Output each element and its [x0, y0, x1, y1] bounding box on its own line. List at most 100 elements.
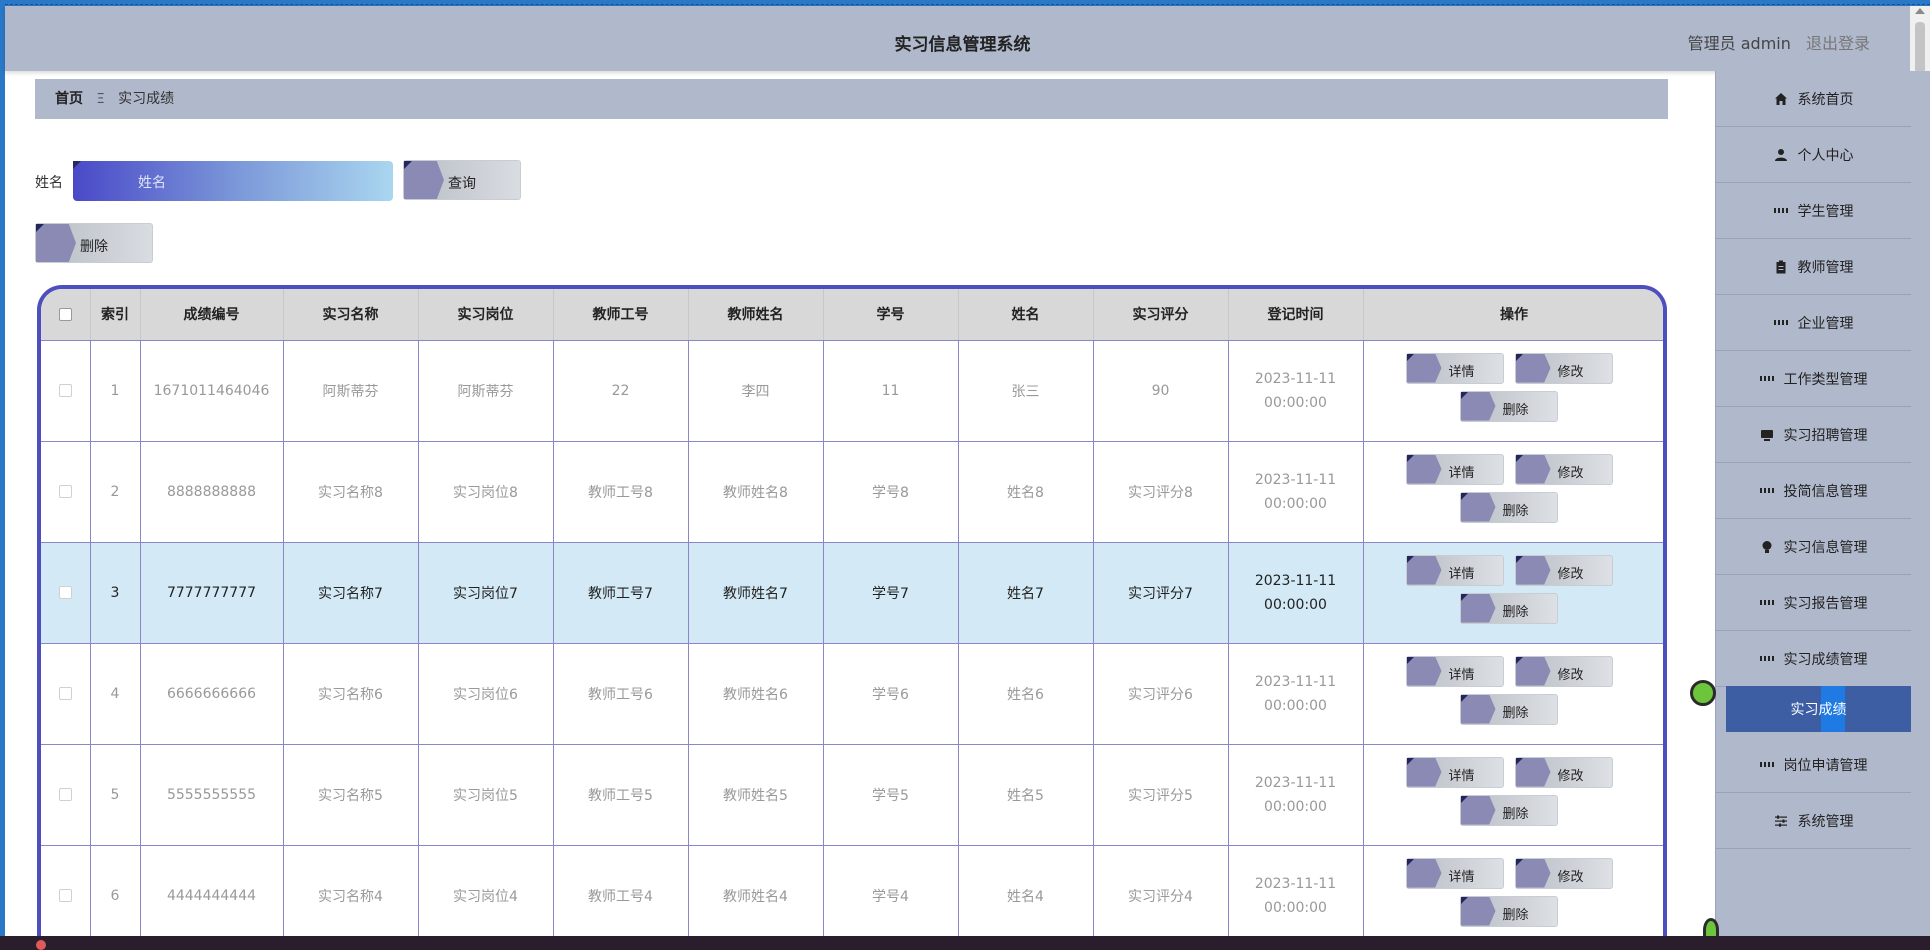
detail-button-label: 详情	[1448, 364, 1475, 380]
delete-button[interactable]: 删除	[1459, 592, 1558, 624]
cell-score: 实习评分7	[1093, 542, 1229, 644]
table-row[interactable]: 3 7777777777 实习名称7 实习岗位7 教师工号7 教师姓名7 学号7…	[41, 542, 1663, 644]
logout-link[interactable]: 退出登录	[1806, 34, 1870, 53]
select-all-cell[interactable]	[41, 289, 91, 341]
detail-button[interactable]: 详情	[1405, 655, 1504, 687]
row-checkbox[interactable]	[58, 788, 72, 801]
cell-time: 2023-11-11 00:00:00	[1228, 441, 1364, 543]
button-corner-icon	[1515, 757, 1523, 765]
row-checkbox[interactable]	[58, 384, 72, 397]
row-checkbox[interactable]	[58, 687, 72, 700]
monitor-icon	[1760, 428, 1774, 442]
table-row[interactable]: 4 6666666666 实习名称6 实习岗位6 教师工号6 教师姓名6 学号6…	[41, 643, 1663, 745]
taskbar-app-icon[interactable]	[36, 940, 46, 950]
cell-actions: 详情 修改 删除	[1363, 441, 1663, 543]
row-checkbox[interactable]	[58, 889, 72, 902]
edit-button[interactable]: 修改	[1514, 756, 1613, 788]
breadcrumb-separator-icon: Ξ	[96, 92, 105, 107]
cell-name: 实习名称5	[283, 744, 419, 846]
detail-button[interactable]: 详情	[1405, 857, 1504, 889]
delete-button[interactable]: 删除	[1459, 491, 1558, 523]
grid-icon	[1759, 596, 1774, 610]
delete-button-label: 删除	[1502, 705, 1529, 721]
search-name-placeholder: 姓名	[138, 175, 166, 191]
cell-code: 1671011464046	[140, 340, 284, 442]
row-checkbox[interactable]	[58, 586, 72, 599]
scroll-up-arrow-icon[interactable]	[1915, 8, 1925, 14]
sidebar-item-students[interactable]: 学生管理	[1716, 183, 1911, 239]
delete-button[interactable]: 删除	[1459, 390, 1558, 422]
cell-code: 8888888888	[140, 441, 284, 543]
sidebar-item-recruitment[interactable]: 实习招聘管理	[1716, 407, 1911, 463]
button-corner-icon	[1515, 555, 1523, 563]
delete-button[interactable]: 删除	[1459, 693, 1558, 725]
grid-icon	[1759, 372, 1774, 386]
cell-name: 实习名称8	[283, 441, 419, 543]
row-select-cell[interactable]	[41, 542, 91, 644]
sidebar-item-job-types[interactable]: 工作类型管理	[1716, 351, 1911, 407]
sidebar-item-teachers[interactable]: 教师管理	[1716, 239, 1911, 295]
sidebar-item-label: 系统管理	[1797, 813, 1854, 830]
sidebar-item-home[interactable]: 系统首页	[1716, 71, 1911, 127]
sidebar-subitem-scores[interactable]: 实习成绩	[1726, 686, 1911, 732]
detail-button[interactable]: 详情	[1405, 756, 1504, 788]
cell-student-no: 学号6	[823, 643, 959, 745]
grid-icon	[1759, 652, 1774, 666]
row-select-cell[interactable]	[41, 643, 91, 745]
detail-button[interactable]: 详情	[1405, 352, 1504, 384]
detail-button-label: 详情	[1448, 667, 1475, 683]
sidebar-item-reports[interactable]: 实习报告管理	[1716, 575, 1911, 631]
table-row[interactable]: 5 5555555555 实习名称5 实习岗位5 教师工号5 教师姓名5 学号5…	[41, 744, 1663, 846]
row-select-cell[interactable]	[41, 744, 91, 846]
cell-index: 5	[90, 744, 141, 846]
sidebar-item-label: 岗位申请管理	[1783, 757, 1868, 774]
cell-time: 2023-11-11 00:00:00	[1228, 744, 1364, 846]
cell-time: 2023-11-11 00:00:00	[1228, 845, 1364, 947]
cell-post: 实习岗位4	[418, 845, 554, 947]
cell-code: 4444444444	[140, 845, 284, 947]
cell-time: 2023-11-11 00:00:00	[1228, 542, 1364, 644]
cell-name: 实习名称4	[283, 845, 419, 947]
col-header: 成绩编号	[140, 289, 284, 341]
cell-score: 实习评分4	[1093, 845, 1229, 947]
sidebar-item-system[interactable]: 系统管理	[1716, 793, 1911, 849]
delete-button[interactable]: 删除	[1459, 794, 1558, 826]
sidebar-item-applications[interactable]: 岗位申请管理	[1716, 737, 1911, 793]
sidebar-item-scores-management[interactable]: 实习成绩管理	[1716, 631, 1911, 687]
sidebar-item-label: 实习报告管理	[1783, 595, 1868, 612]
search-name-input[interactable]: 姓名	[73, 161, 393, 201]
cell-post: 实习岗位7	[418, 542, 554, 644]
cell-index: 2	[90, 441, 141, 543]
row-select-cell[interactable]	[41, 340, 91, 442]
row-select-cell[interactable]	[41, 845, 91, 947]
detail-button[interactable]: 详情	[1405, 453, 1504, 485]
sidebar-item-label: 个人中心	[1797, 147, 1854, 164]
detail-button[interactable]: 详情	[1405, 554, 1504, 586]
batch-delete-button[interactable]: 删除	[35, 223, 153, 263]
delete-button[interactable]: 删除	[1459, 895, 1558, 927]
edit-button[interactable]: 修改	[1514, 857, 1613, 889]
sidebar-item-resumes[interactable]: 投简信息管理	[1716, 463, 1911, 519]
col-header: 教师工号	[553, 289, 689, 341]
os-taskbar	[0, 936, 1930, 950]
sidebar-item-profile[interactable]: 个人中心	[1716, 127, 1911, 183]
edit-button[interactable]: 修改	[1514, 655, 1613, 687]
sidebar-item-label: 实习信息管理	[1783, 539, 1868, 556]
cell-score: 实习评分6	[1093, 643, 1229, 745]
table-row[interactable]: 2 8888888888 实习名称8 实习岗位8 教师工号8 教师姓名8 学号8…	[41, 441, 1663, 543]
sidebar-item-internship-info[interactable]: 实习信息管理	[1716, 519, 1911, 575]
edit-button[interactable]: 修改	[1514, 554, 1613, 586]
select-all-checkbox[interactable]	[58, 307, 72, 321]
sidebar-item-label: 学生管理	[1797, 203, 1854, 220]
row-select-cell[interactable]	[41, 441, 91, 543]
table-row[interactable]: 6 4444444444 实习名称4 实习岗位4 教师工号4 教师姓名4 学号4…	[41, 845, 1663, 947]
sidebar-item-companies[interactable]: 企业管理	[1716, 295, 1911, 351]
breadcrumb-home[interactable]: 首页	[55, 91, 83, 107]
col-header: 教师姓名	[688, 289, 824, 341]
edit-button[interactable]: 修改	[1514, 352, 1613, 384]
edit-button[interactable]: 修改	[1514, 453, 1613, 485]
scrollbar-thumb[interactable]	[1915, 22, 1925, 74]
row-checkbox[interactable]	[58, 485, 72, 498]
query-button[interactable]: 查询	[403, 160, 521, 200]
table-row[interactable]: 1 1671011464046 阿斯蒂芬 阿斯蒂芬 22 李四 11 张三 90…	[41, 340, 1663, 442]
